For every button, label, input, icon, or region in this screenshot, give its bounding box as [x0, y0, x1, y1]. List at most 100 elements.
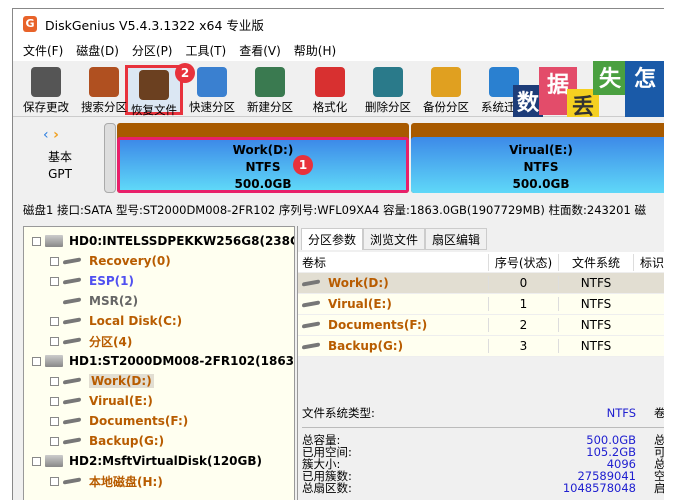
partition-details: 文件系统类型:NTFS卷 总容量:500.0GB总已用空间:105.2GB可簇大…	[302, 406, 664, 494]
toolbar-label: 删除分区	[365, 100, 411, 114]
disk-icon	[45, 355, 63, 367]
toolbar-label: 保存更改	[23, 100, 69, 114]
disk-map-scrollbar[interactable]	[104, 123, 116, 193]
expand-toggle[interactable]	[50, 416, 59, 426]
tree-node-label: Documents(F:)	[89, 414, 189, 428]
toolbar-button-5[interactable]: 格式化	[301, 65, 359, 115]
index-cell: 1	[488, 297, 558, 311]
menu-item[interactable]: 文件(F)	[23, 42, 63, 59]
expand-toggle[interactable]	[32, 356, 41, 366]
tree-node-label: HD2:MsftVirtualDisk(120GB)	[69, 454, 263, 468]
partition-icon	[63, 397, 81, 405]
expand-toggle[interactable]	[50, 316, 59, 326]
partition-icon	[63, 297, 81, 305]
toolbar-label: 格式化	[312, 100, 348, 114]
partition-panel: 分区参数 浏览文件 扇区编辑 卷标 序号(状态) 文件系统 标识 Work(D:) 0 NTFS…	[297, 226, 664, 500]
menu-item[interactable]: 磁盘(D)	[76, 42, 119, 59]
window-title: DiskGenius V5.4.3.1322 x64 专业版	[45, 17, 264, 33]
toolbar-label: 搜索分区	[81, 100, 127, 114]
toolbar-label: 备份分区	[423, 100, 469, 114]
tree-node[interactable]: Virual(E:)	[50, 391, 153, 411]
toolbar-button-1[interactable]: 搜索分区	[75, 65, 133, 115]
table-row[interactable]: Work(D:) 0 NTFS	[298, 273, 664, 294]
index-cell: 3	[488, 339, 558, 353]
fs-cell: NTFS	[558, 339, 633, 353]
table-row[interactable]: Virual(E:) 1 NTFS	[298, 294, 664, 315]
toolbar-button-0[interactable]: 保存更改	[17, 65, 75, 115]
expand-toggle[interactable]	[32, 236, 41, 246]
tree-node[interactable]: MSR(2)	[50, 291, 138, 311]
tree-node[interactable]: Documents(F:)	[50, 411, 188, 431]
menu-item[interactable]: 分区(P)	[132, 42, 173, 59]
column-header[interactable]: 卷标	[298, 254, 488, 271]
expand-toggle[interactable]	[50, 476, 59, 486]
expand-toggle[interactable]	[50, 436, 59, 446]
restore-icon	[139, 70, 169, 100]
volume-cell: Backup(G:)	[298, 339, 488, 353]
volume-label: Backup(G:)	[328, 339, 404, 353]
partition-block-virual[interactable]: Virual(E:) NTFS 500.0GB	[411, 123, 664, 193]
tree-node[interactable]: HD1:ST2000DM008-2FR102(1863GB)	[32, 351, 294, 371]
tree-node[interactable]: ESP(1)	[50, 271, 134, 291]
toolbar-label: 恢复文件	[131, 103, 177, 117]
partition-icon	[302, 300, 320, 308]
menu-item[interactable]: 工具(T)	[186, 42, 227, 59]
table-row[interactable]: Documents(F:) 2 NTFS	[298, 315, 664, 336]
new-partition-icon	[255, 67, 285, 97]
ad-banner[interactable]: 数 据 丢 失 怎	[513, 61, 664, 120]
tree-node[interactable]: HD2:MsftVirtualDisk(120GB)	[32, 451, 262, 471]
partition-icon	[63, 337, 81, 345]
quick-partition-icon	[197, 67, 227, 97]
tree-node[interactable]: Local Disk(C:)	[50, 311, 182, 331]
tree-node-label: Local Disk(C:)	[89, 314, 183, 328]
expand-toggle[interactable]	[50, 276, 59, 286]
tree-node[interactable]: 本地磁盘(H:)	[50, 471, 163, 491]
expand-toggle[interactable]	[32, 456, 41, 466]
expand-toggle[interactable]	[50, 256, 59, 266]
partition-table: 卷标 序号(状态) 文件系统 标识 Work(D:) 0 NTFS Virual(E:) 1 NT…	[298, 252, 664, 357]
format-icon	[315, 67, 345, 97]
menu-item[interactable]: 帮助(H)	[294, 42, 336, 59]
tab-0[interactable]: 分区参数	[301, 228, 364, 250]
partition-block-work[interactable]: Work(D:) NTFS 500.0GB 1	[117, 123, 409, 193]
expand-toggle[interactable]	[50, 396, 59, 406]
column-header[interactable]: 序号(状态)	[488, 253, 558, 271]
tree-node[interactable]: Work(D:)	[50, 371, 154, 391]
table-row[interactable]: Backup(G:) 3 NTFS	[298, 336, 664, 357]
detail-label: 总扇区数:	[302, 481, 352, 495]
detail-extra: 空	[654, 470, 664, 482]
toolbar-button-6[interactable]: 删除分区	[359, 65, 417, 115]
toolbar-button-7[interactable]: 备份分区	[417, 65, 475, 115]
detail-extra: 启	[654, 482, 664, 494]
toolbar-button-4[interactable]: 新建分区	[241, 65, 299, 115]
tree-node-label: HD0:INTELSSDPEKKW256G8(238GB)	[69, 234, 295, 248]
volume-label: Work(D:)	[328, 276, 389, 290]
toolbar: 系统迁移 备份分区 删除分区 格式化 新建分区 快速分区 恢复文件 搜索分区 保存更改 2 数 …	[13, 61, 664, 120]
tree-node[interactable]: 分区(4)	[50, 331, 132, 351]
step-badge-1: 1	[293, 155, 313, 175]
tab-2[interactable]: 扇区编辑	[425, 228, 488, 250]
tree-node[interactable]: Backup(G:)	[50, 431, 164, 451]
column-header[interactable]: 文件系统	[558, 253, 633, 271]
volume-label: Virual(E:)	[328, 297, 392, 311]
disk-icon	[45, 235, 63, 247]
disk-nav-arrows[interactable]: ‹ ›	[43, 127, 59, 143]
volume-cell: Work(D:)	[298, 276, 488, 290]
tab-1[interactable]: 浏览文件	[363, 228, 426, 250]
volume-cell: Virual(E:)	[298, 297, 488, 311]
tree-node[interactable]: Recovery(0)	[50, 251, 171, 271]
tree-node[interactable]: HD0:INTELSSDPEKKW256G8(238GB)	[32, 231, 295, 251]
expand-toggle[interactable]	[50, 336, 59, 346]
fs-cell: NTFS	[558, 297, 633, 311]
volume-cell: Documents(F:)	[298, 318, 488, 332]
table-header: 卷标 序号(状态) 文件系统 标识	[298, 252, 664, 273]
partition-icon	[63, 257, 81, 265]
tree-node-label: 分区(4)	[89, 334, 133, 349]
column-header[interactable]: 标识	[633, 253, 664, 271]
disk-type: 基本 GPT	[47, 150, 72, 181]
backup-icon	[431, 67, 461, 97]
menu-item[interactable]: 查看(V)	[239, 42, 281, 59]
tree-node-label: 本地磁盘(H:)	[89, 474, 163, 489]
expand-toggle[interactable]	[50, 376, 59, 386]
partition-icon	[63, 417, 81, 425]
